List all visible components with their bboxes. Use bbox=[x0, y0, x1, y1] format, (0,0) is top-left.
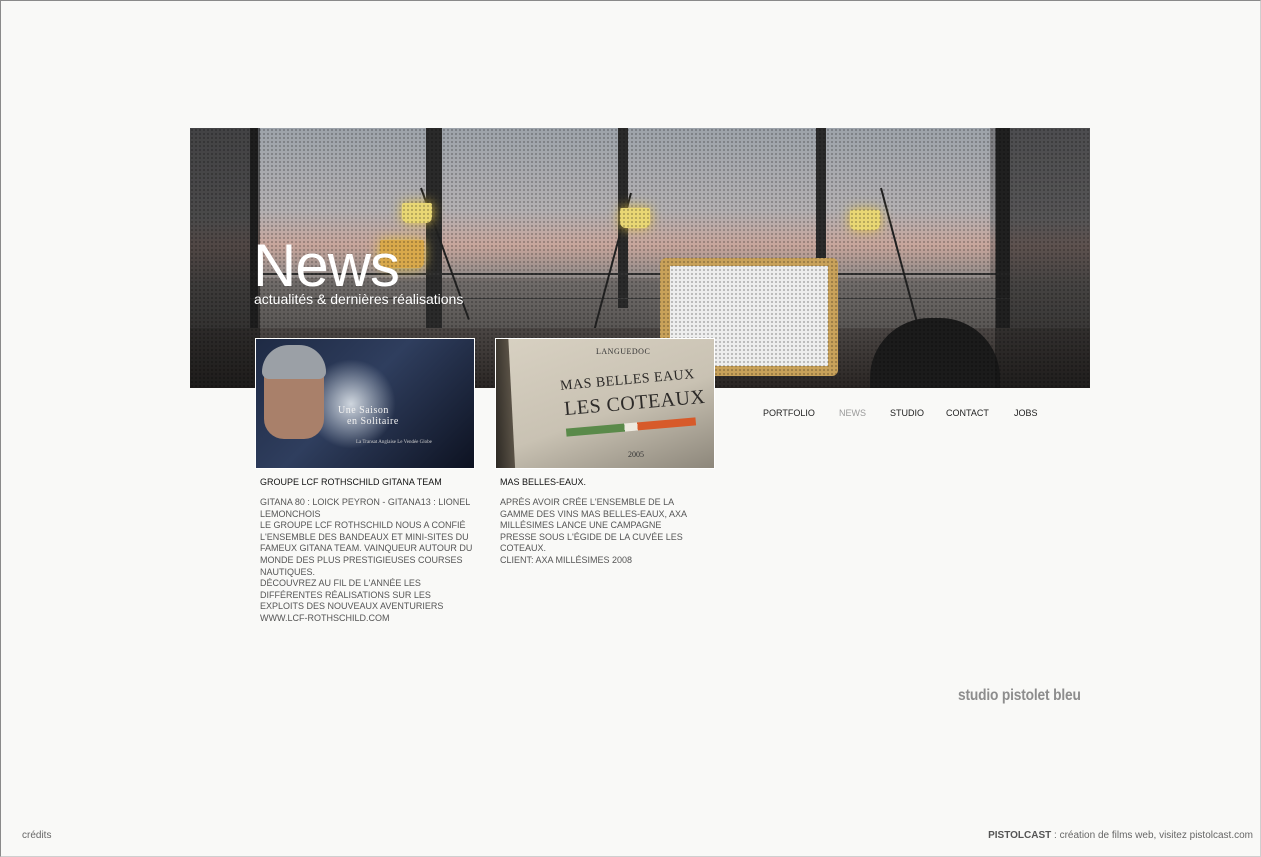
nav-studio[interactable]: STUDIO bbox=[890, 408, 924, 418]
news-body-mas-belles-eaux: APRÈS AVOIR CRÉE L'ENSEMBLE DE LA GAMME … bbox=[500, 497, 687, 565]
page-subtitle: actualités & dernières réalisations bbox=[254, 291, 464, 307]
footer-company: PISTOLCAST bbox=[988, 830, 1052, 841]
news-thumbnail-mas-belles-eaux[interactable]: LANGUEDOC MAS BELLES EAUX LES COTEAUX 20… bbox=[495, 338, 715, 469]
thumb-label-region: LANGUEDOC bbox=[596, 347, 651, 356]
thumb-label-stripe bbox=[565, 417, 697, 437]
page-title: News bbox=[253, 232, 400, 299]
thumb-portrait-hair bbox=[262, 345, 326, 379]
thumb-caption-line1: Une Saison bbox=[338, 405, 389, 416]
thumb-caption-line2: en Solitaire bbox=[347, 416, 399, 427]
footer-tagline[interactable]: PISTOLCAST : création de films web, visi… bbox=[988, 830, 1253, 841]
footer-tagline-text: : création de films web, visitez pistolc… bbox=[1051, 830, 1253, 841]
nav-portfolio[interactable]: PORTFOLIO bbox=[763, 408, 815, 418]
news-title-mas-belles-eaux[interactable]: MAS BELLES-EAUX. bbox=[500, 477, 586, 487]
nav-news[interactable]: NEWS bbox=[839, 408, 866, 418]
news-body-gitana: GITANA 80 : LOICK PEYRON - GITANA13 : LI… bbox=[260, 497, 473, 623]
credits-link[interactable]: crédits bbox=[22, 830, 51, 841]
news-thumbnail-gitana[interactable]: Une Saison en Solitaire La Transat Angla… bbox=[255, 338, 475, 469]
nav-jobs[interactable]: JOBS bbox=[1014, 408, 1038, 418]
brand-logo[interactable]: studio pistolet bleu bbox=[958, 687, 1081, 705]
thumb-label-fold bbox=[496, 339, 516, 468]
thumb-label-year: 2005 bbox=[628, 450, 644, 459]
nav-contact[interactable]: CONTACT bbox=[946, 408, 989, 418]
news-title-gitana[interactable]: GROUPE LCF ROTHSCHILD GITANA TEAM bbox=[260, 477, 442, 487]
thumb-caption-small: La Transat Anglaise Le Vendée Globe bbox=[356, 440, 432, 445]
